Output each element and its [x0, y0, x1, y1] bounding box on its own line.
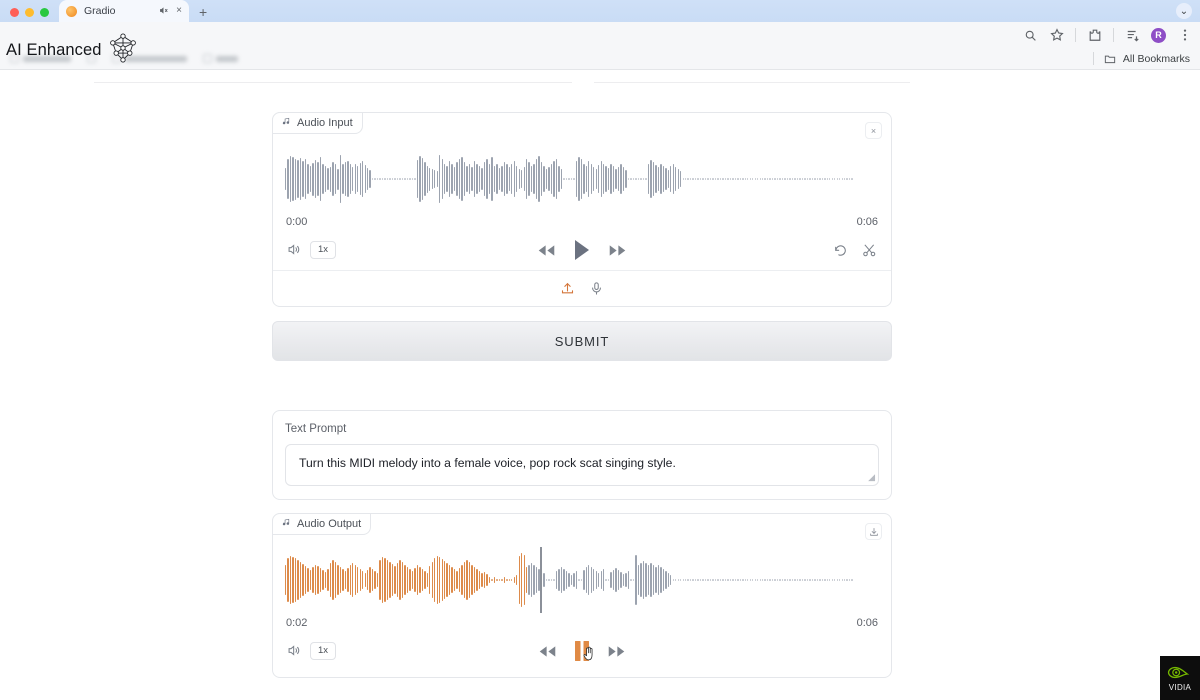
fast-forward-icon[interactable] — [608, 243, 627, 258]
toolbar-divider-2 — [1113, 28, 1114, 42]
audio-output-transport — [273, 641, 891, 661]
audio-output-label-text: Audio Output — [297, 517, 362, 530]
audio-output-download-button[interactable] — [865, 523, 882, 540]
audio-input-speed-button[interactable]: 1x — [310, 241, 337, 259]
volume-icon[interactable] — [287, 242, 302, 257]
undo-icon[interactable] — [833, 243, 848, 258]
tab-strip: Gradio × + ⌄ — [0, 0, 1200, 22]
chrome-menu-icon[interactable] — [1177, 28, 1192, 43]
bookmark-star-icon[interactable] — [1049, 28, 1064, 43]
audio-input-times: 0:00 0:06 — [273, 210, 891, 228]
extensions-icon[interactable] — [1087, 28, 1102, 43]
audio-output-current-time: 0:02 — [286, 617, 308, 629]
all-bookmarks-label[interactable]: All Bookmarks — [1123, 53, 1190, 65]
audio-input-label-text: Audio Input — [297, 116, 353, 129]
minimize-window-button[interactable] — [25, 8, 34, 17]
maximize-window-button[interactable] — [40, 8, 49, 17]
volume-icon[interactable] — [287, 643, 302, 658]
upload-icon[interactable] — [560, 281, 575, 296]
pause-icon[interactable] — [574, 641, 593, 661]
playhead-marker[interactable] — [540, 547, 543, 613]
page-viewport: Audio Input × 0:00 0:06 1x SUBMIT Text P… — [0, 70, 1200, 700]
browser-tab-gradio[interactable]: Gradio × — [59, 0, 189, 22]
close-window-button[interactable] — [10, 8, 19, 17]
fast-forward-icon[interactable] — [607, 644, 626, 659]
nvidia-eye-icon — [1167, 664, 1193, 682]
text-prompt-value: Turn this MIDI melody into a female voic… — [299, 456, 676, 470]
new-tab-button[interactable]: + — [199, 5, 207, 22]
audio-output-times: 0:02 0:06 — [273, 611, 891, 629]
audio-input-duration: 0:06 — [856, 216, 878, 228]
audio-input-controls: 1x — [273, 230, 891, 270]
gradio-app: Audio Input × 0:00 0:06 1x SUBMIT Text P… — [272, 70, 892, 678]
window-traffic-lights — [0, 8, 59, 22]
audio-output-block: Audio Output 0:02 0:06 1x — [272, 513, 892, 678]
folder-icon — [1103, 51, 1118, 66]
tab-title: Gradio — [84, 5, 116, 17]
tab-search-chevron-down-icon[interactable]: ⌄ — [1176, 3, 1192, 19]
audio-input-block: Audio Input × 0:00 0:06 1x — [272, 112, 892, 307]
bookmark-favicon-icon — [203, 54, 212, 63]
audio-input-controls-right — [833, 243, 877, 258]
audio-output-label: Audio Output — [272, 513, 372, 535]
browser-toolbar: R — [0, 22, 1200, 48]
audio-output-duration: 0:06 — [856, 617, 878, 629]
network-graph-icon — [106, 31, 140, 70]
bookmarks-divider — [1092, 52, 1094, 65]
nvidia-logo-watermark: VIDIA — [1160, 656, 1200, 700]
audio-input-clear-button[interactable]: × — [865, 122, 882, 139]
tab-audio-muted-icon[interactable] — [158, 5, 169, 18]
textarea-resize-grip[interactable]: ◢ — [868, 472, 875, 483]
audio-output-controls-left: 1x — [287, 642, 337, 660]
profile-avatar[interactable]: R — [1151, 27, 1166, 43]
ai-enhanced-watermark: AI Enhanced — [6, 31, 140, 70]
ai-enhanced-label: AI Enhanced — [6, 41, 102, 59]
music-note-icon — [281, 517, 291, 530]
scissors-icon[interactable] — [862, 243, 877, 258]
text-prompt-input[interactable]: Turn this MIDI melody into a female voic… — [285, 444, 879, 486]
audio-input-current-time: 0:00 — [286, 216, 308, 228]
tab-close-icon[interactable]: × — [176, 6, 182, 16]
audio-input-waveform[interactable] — [285, 148, 879, 210]
address-bar[interactable] — [0, 22, 1010, 48]
audio-output-waveform[interactable] — [285, 547, 879, 613]
bookmark-item[interactable] — [203, 54, 238, 63]
microphone-icon[interactable] — [589, 281, 604, 296]
gradio-favicon-icon — [66, 5, 77, 17]
nvidia-wordmark: VIDIA — [1168, 683, 1192, 692]
audio-input-controls-left: 1x — [287, 241, 337, 259]
bookmarks-bar: All Bookmarks — [0, 48, 1200, 70]
rewind-icon[interactable] — [538, 644, 557, 659]
audio-output-controls: 1x — [273, 631, 891, 671]
toolbar-icon-group: R — [1023, 22, 1192, 48]
audio-input-panel: Audio Input × 0:00 0:06 1x — [272, 112, 892, 307]
bookmark-label — [216, 55, 238, 62]
toolbar-divider — [1075, 28, 1076, 42]
audio-input-transport — [273, 239, 891, 261]
text-prompt-panel: Text Prompt Turn this MIDI melody into a… — [272, 410, 892, 500]
play-icon[interactable] — [573, 239, 591, 261]
rewind-icon[interactable] — [537, 243, 556, 258]
audio-input-source-bar — [273, 270, 891, 306]
reading-list-icon[interactable] — [1125, 28, 1140, 43]
text-prompt-label: Text Prompt — [285, 423, 347, 435]
all-bookmarks-group[interactable]: All Bookmarks — [1092, 51, 1200, 66]
tab-strip-right: ⌄ — [1176, 3, 1200, 22]
music-note-icon — [281, 116, 291, 129]
submit-button[interactable]: SUBMIT — [272, 321, 892, 361]
pointer-hand-cursor — [582, 646, 596, 662]
audio-input-label: Audio Input — [272, 112, 363, 134]
audio-output-panel: Audio Output 0:02 0:06 1x — [272, 513, 892, 678]
zoom-icon[interactable] — [1023, 28, 1038, 43]
audio-output-speed-button[interactable]: 1x — [310, 642, 337, 660]
browser-window: Gradio × + ⌄ R All Bookmarks AI Enhanced… — [0, 0, 1200, 700]
